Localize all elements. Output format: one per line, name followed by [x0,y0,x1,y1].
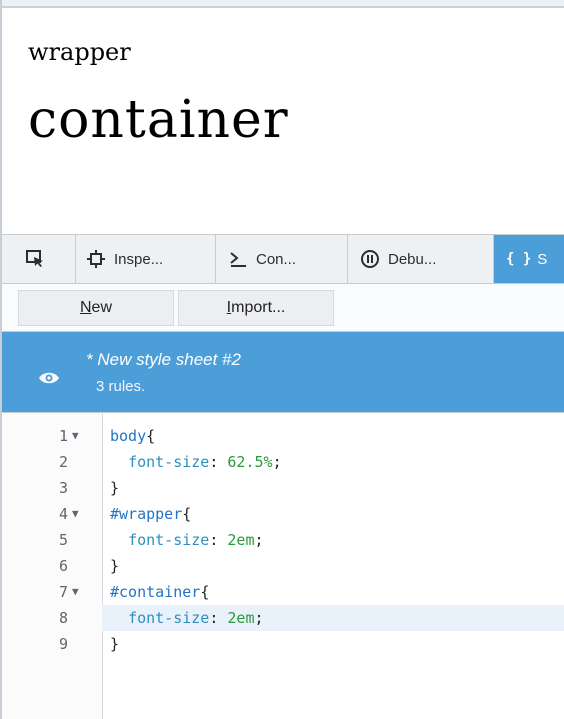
line-number: 6 [58,557,68,575]
code-line: 6 } [2,553,564,579]
css-brace: } [110,479,120,497]
css-brace: { [182,505,192,523]
tab-element-picker[interactable] [2,235,76,283]
css-selector: body [110,427,147,445]
css-selector: #container [110,583,201,601]
wrapper-text: wrapper [28,38,131,66]
line-number: 4 [58,505,68,523]
window-top-border [0,0,564,8]
code-line: 4 ▼ #wrapper{ [2,501,564,527]
line-number: 1 [58,427,68,445]
css-property: font-size [128,453,210,471]
fold-arrow-icon[interactable]: ▼ [72,501,79,527]
stylesheet-list-item[interactable]: * New style sheet #2 3 rules. [2,332,564,412]
eye-icon[interactable] [38,370,60,386]
css-semicolon: ; [254,531,264,549]
code-line: 1 ▼ body{ [2,423,564,449]
stylesheet-rule-count: 3 rules. [96,378,146,395]
line-number: 3 [58,479,68,497]
new-button-label: ew [91,299,112,316]
fold-arrow-icon[interactable]: ▼ [72,423,79,449]
stylesheet-name: * New style sheet #2 [86,350,241,369]
code-line: 9 } [2,631,564,657]
css-semicolon: ; [272,453,282,471]
tab-inspector[interactable]: Inspe... [76,235,216,283]
tab-debugger[interactable]: Debu... [348,235,494,283]
code-line: 7 ▼ #container{ [2,579,564,605]
style-editor-toolbar: New Import... [2,284,564,332]
import-button-label: mport... [231,299,286,316]
element-picker-icon [25,249,45,269]
code-line: 5 font-size: 2em; [2,527,564,553]
css-selector: #wrapper [110,505,183,523]
fold-arrow-icon[interactable]: ▼ [72,579,79,605]
tab-inspector-label: Inspe... [114,250,164,268]
line-number: 8 [58,609,68,627]
css-semicolon: ; [254,609,264,627]
line-number: 5 [58,531,68,549]
code-line-active: 8 font-size: 2em; [2,605,564,631]
line-number: 7 [58,583,68,601]
css-brace: } [110,635,120,653]
css-colon: : [209,609,228,627]
inspector-icon [86,249,106,269]
tab-style-editor-label: S [537,250,548,268]
css-brace: } [110,557,120,575]
css-colon: : [209,453,228,471]
line-number: 2 [58,453,68,471]
css-brace: { [200,583,210,601]
tab-console[interactable]: Con... [216,235,348,283]
css-value: 2em [227,609,255,627]
devtools-tabbar: Inspe... Con... Debu... { } S [2,234,564,284]
new-button-accesskey: N [79,299,92,316]
code-line: 3 } [2,475,564,501]
css-value: 2em [227,531,255,549]
style-editor-icon: { } [506,251,532,267]
import-button[interactable]: Import... [178,290,334,326]
tab-debugger-label: Debu... [388,250,437,268]
css-brace: { [146,427,156,445]
page-preview: wrapper container [2,8,564,234]
tab-style-editor[interactable]: { } S [494,235,564,283]
code-line: 2 font-size: 62.5%; [2,449,564,475]
debugger-icon [360,249,380,269]
code-editor[interactable]: 1 ▼ body{ 2 font-size: 62.5%; 3 } 4 ▼ #wra… [2,412,564,719]
tab-console-label: Con... [256,250,297,268]
css-colon: : [209,531,228,549]
new-button[interactable]: New [18,290,174,326]
css-property: font-size [128,609,210,627]
line-number: 9 [58,635,68,653]
css-property: font-size [128,531,210,549]
console-icon [228,249,248,269]
container-text: container [28,90,289,150]
css-value: 62.5% [227,453,273,471]
